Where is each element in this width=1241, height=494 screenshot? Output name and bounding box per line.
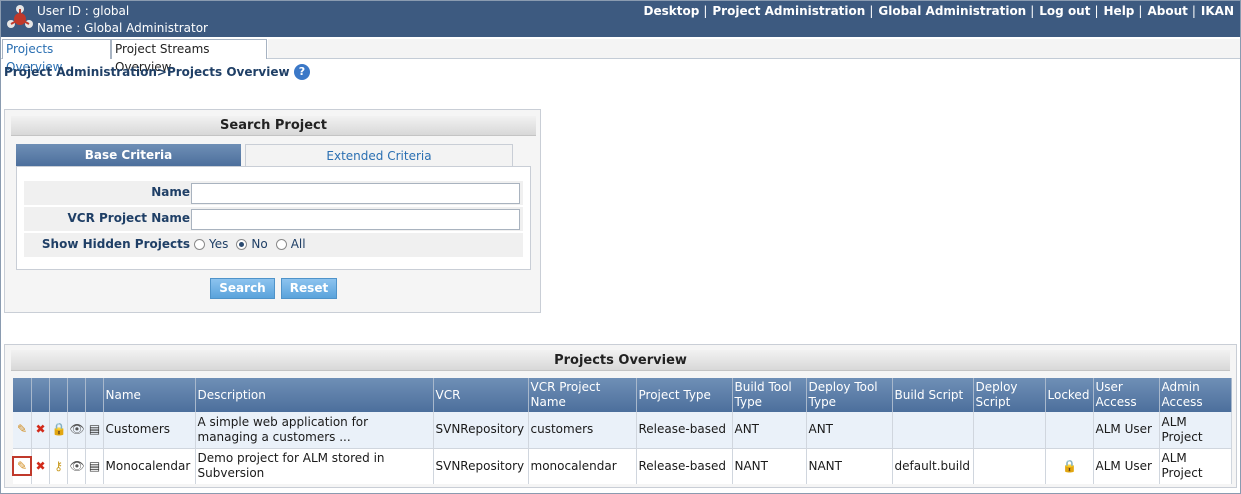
- nav-project-administration[interactable]: Project Administration: [712, 3, 865, 20]
- cell-deploy-script: [973, 412, 1046, 448]
- view-icon[interactable]: 👁: [70, 422, 85, 436]
- reset-button[interactable]: Reset: [281, 278, 337, 299]
- breadcrumb: Project Administration>Projects Overview: [4, 65, 290, 79]
- cell-build-tool-type: ANT: [732, 412, 807, 448]
- criteria-box: Name VCR Project Name Show Hidden Projec…: [16, 166, 531, 270]
- show-hidden-row: Show Hidden Projects Yes No All: [24, 233, 523, 257]
- col-locked[interactable]: Locked: [1045, 378, 1094, 412]
- cell-vcr-project-name: monocalendar: [528, 447, 637, 484]
- cell-deploy-tool-type: ANT: [806, 412, 893, 448]
- vcr-project-name-row: VCR Project Name: [24, 207, 523, 231]
- cell-deploy-tool-type: NANT: [806, 447, 893, 484]
- nav-help[interactable]: Help: [1104, 3, 1135, 20]
- cell-project-type: Release-based: [636, 412, 733, 448]
- name-label: Name: [151, 185, 190, 199]
- search-panel-title: Search Project: [11, 116, 536, 136]
- name-row: Name: [24, 181, 523, 205]
- col-build-tool-type[interactable]: Build Tool Type: [732, 378, 807, 412]
- table-row: ✎ ✖ 🔒 👁 ▤ Customers A simple web applica…: [13, 412, 1232, 448]
- tab-extended-criteria[interactable]: Extended Criteria: [245, 144, 513, 166]
- radio-all[interactable]: All: [275, 237, 306, 251]
- top-header-bar: User ID : global Name : Global Administr…: [1, 1, 1240, 37]
- delete-icon[interactable]: ✖: [34, 459, 48, 473]
- ikan-logo-icon: [7, 5, 33, 28]
- tab-base-criteria[interactable]: Base Criteria: [16, 144, 241, 166]
- col-admin-access[interactable]: Admin Access: [1159, 378, 1232, 412]
- radio-yes[interactable]: Yes: [194, 237, 228, 251]
- lock-icon[interactable]: 🔒: [52, 422, 67, 436]
- col-deploy-script[interactable]: Deploy Script: [973, 378, 1046, 412]
- nav-global-administration[interactable]: Global Administration: [878, 3, 1026, 20]
- search-project-panel: Search Project Base Criteria Extended Cr…: [4, 109, 541, 313]
- view-icon[interactable]: 👁: [70, 459, 85, 473]
- cell-locked: 🔒: [1045, 447, 1094, 484]
- search-button[interactable]: Search: [210, 278, 275, 299]
- cell-build-script: [892, 412, 974, 448]
- table-row: ✎ ✖ ⚷ 👁 ▤ Monocalendar Demo project for …: [12, 447, 1232, 484]
- show-hidden-label: Show Hidden Projects: [41, 237, 190, 251]
- cell-build-tool-type: NANT: [732, 447, 807, 484]
- col-action-1: [13, 378, 32, 412]
- cell-vcr-project-name: customers: [528, 412, 637, 448]
- projects-table: Name Description VCR VCR Project Name Pr…: [12, 378, 1232, 484]
- nav-desktop[interactable]: Desktop: [644, 3, 700, 20]
- cell-build-script: default.build: [892, 447, 974, 484]
- cell-name: Customers: [103, 412, 196, 448]
- radio-yes-circle[interactable]: [194, 238, 205, 250]
- user-id-text: User ID : global: [37, 4, 130, 18]
- name-input[interactable]: [191, 183, 520, 204]
- radio-no[interactable]: No: [236, 237, 268, 251]
- cell-admin-access: ALM Project: [1159, 412, 1232, 448]
- delete-icon[interactable]: ✖: [34, 422, 48, 436]
- projects-overview-panel: Projects Overview Name Description VCR V…: [4, 344, 1237, 488]
- table-header-row: Name Description VCR VCR Project Name Pr…: [13, 378, 1232, 412]
- tab-project-streams-overview[interactable]: Project Streams Overview: [111, 39, 267, 74]
- col-project-type[interactable]: Project Type: [636, 378, 733, 412]
- tabs-filler: [268, 39, 1240, 58]
- key-icon[interactable]: ⚷: [52, 459, 66, 473]
- col-vcr[interactable]: VCR: [433, 378, 529, 412]
- cell-name: Monocalendar: [103, 447, 196, 484]
- cell-user-access: ALM User: [1093, 447, 1160, 484]
- cell-vcr: SVNRepository: [433, 412, 529, 448]
- user-name-text: Name : Global Administrator: [37, 21, 208, 35]
- col-action-5: [85, 378, 104, 412]
- col-build-script[interactable]: Build Script: [892, 378, 974, 412]
- locked-icon: 🔒: [1062, 458, 1077, 473]
- details-icon[interactable]: ▤: [88, 459, 102, 473]
- radio-no-circle[interactable]: [236, 238, 248, 250]
- cell-description: Demo project for ALM stored in Subversio…: [195, 447, 434, 484]
- col-action-2: [31, 378, 50, 412]
- col-user-access[interactable]: User Access: [1093, 378, 1160, 412]
- user-info: User ID : global Name : Global Administr…: [37, 3, 208, 37]
- col-description[interactable]: Description: [195, 378, 434, 412]
- vcr-project-name-label: VCR Project Name: [67, 211, 190, 225]
- col-action-3: [49, 378, 68, 412]
- edit-icon[interactable]: ✎: [15, 422, 29, 436]
- projects-panel-title: Projects Overview: [11, 350, 1230, 371]
- top-navigation: Desktop | Project Administration | Global …: [643, 3, 1234, 20]
- page-tabs: Projects Overview Project Streams Overvi…: [1, 37, 1240, 74]
- cell-locked: [1045, 412, 1094, 448]
- cell-project-type: Release-based: [636, 447, 733, 484]
- radio-all-circle[interactable]: [275, 238, 287, 250]
- col-action-4: [67, 378, 86, 412]
- nav-log-out[interactable]: Log out: [1039, 3, 1090, 20]
- cell-admin-access: ALM Project: [1159, 447, 1232, 484]
- vcr-project-name-input[interactable]: [191, 209, 520, 230]
- col-name[interactable]: Name: [103, 378, 196, 412]
- nav-about[interactable]: About: [1147, 3, 1187, 20]
- help-icon[interactable]: ?: [294, 64, 310, 80]
- col-vcr-project-name[interactable]: VCR Project Name: [528, 378, 637, 412]
- nav-ikan[interactable]: IKAN: [1201, 3, 1234, 20]
- cell-description: A simple web application for managing a …: [195, 412, 434, 448]
- cell-user-access: ALM User: [1093, 412, 1160, 448]
- cell-vcr: SVNRepository: [433, 447, 529, 484]
- show-hidden-radios: Yes No All: [194, 237, 314, 251]
- tab-projects-overview[interactable]: Projects Overview: [2, 39, 111, 74]
- edit-icon[interactable]: ✎: [12, 455, 32, 476]
- details-icon[interactable]: ▤: [88, 422, 102, 436]
- cell-deploy-script: [973, 447, 1046, 484]
- col-deploy-tool-type[interactable]: Deploy Tool Type: [806, 378, 893, 412]
